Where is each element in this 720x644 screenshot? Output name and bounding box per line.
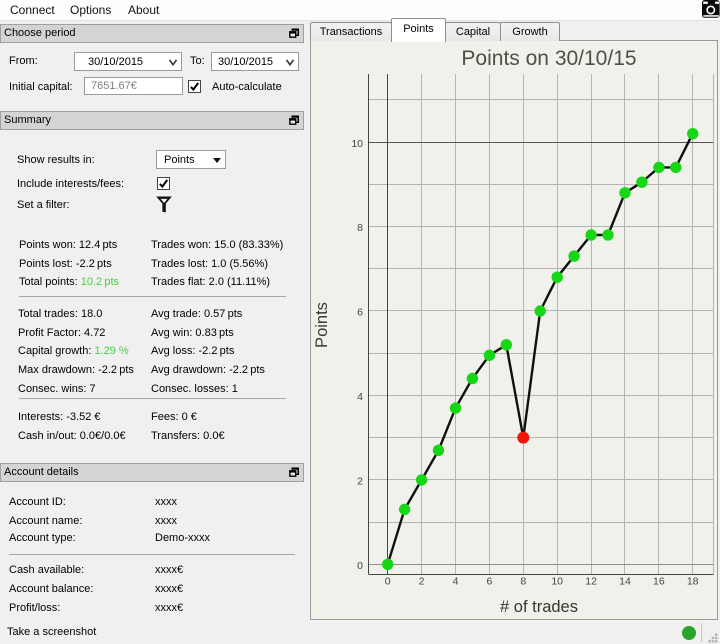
svg-text:Points on 30/10/15: Points on 30/10/15: [461, 47, 636, 70]
svg-text:14: 14: [619, 576, 631, 588]
svg-text:2: 2: [419, 576, 425, 588]
svg-text:0: 0: [357, 560, 363, 572]
svg-text:10: 10: [351, 138, 363, 150]
svg-text:4: 4: [357, 391, 363, 403]
svg-text:8: 8: [357, 222, 363, 234]
svg-text:0: 0: [385, 576, 391, 588]
svg-text:8: 8: [520, 576, 526, 588]
svg-text:Points: Points: [313, 302, 331, 348]
svg-text:16: 16: [653, 576, 665, 588]
svg-text:4: 4: [453, 576, 459, 588]
svg-text:12: 12: [585, 576, 597, 588]
svg-text:18: 18: [687, 576, 699, 588]
svg-text:10: 10: [551, 576, 563, 588]
svg-text:2: 2: [357, 475, 363, 487]
svg-text:6: 6: [357, 307, 363, 319]
svg-text:# of trades: # of trades: [500, 598, 578, 616]
svg-text:6: 6: [486, 576, 492, 588]
